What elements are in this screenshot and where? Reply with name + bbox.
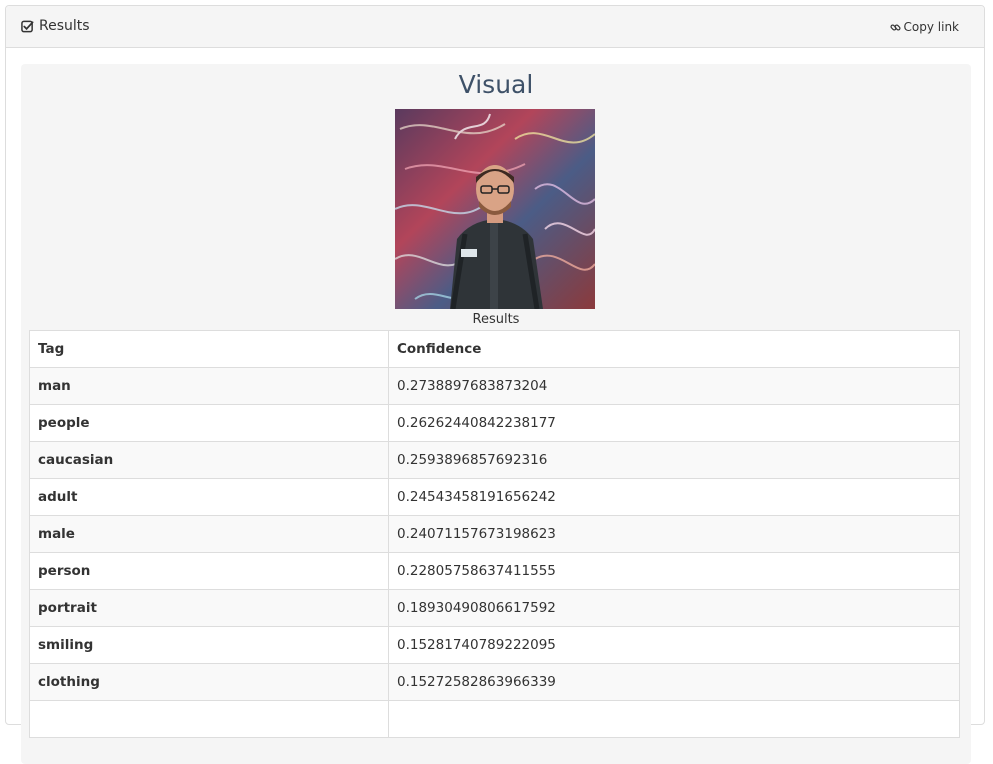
copy-link-button[interactable]: Copy link <box>889 20 959 34</box>
table-row: caucasian 0.2593896857692316 <box>29 441 960 479</box>
tag-cell: adult <box>29 478 389 516</box>
table-header-row: Tag Confidence <box>29 330 960 368</box>
tag-cell: caucasian <box>29 441 389 479</box>
confidence-cell: 0.24543458191656242 <box>388 478 960 516</box>
table-caption: Results <box>472 312 520 327</box>
results-table: Tag Confidence man 0.2738897683873204 pe… <box>29 330 960 738</box>
table-row: person 0.22805758637411555 <box>29 552 960 590</box>
visual-title: Visual <box>458 70 534 99</box>
confidence-cell: 0.2738897683873204 <box>388 367 960 405</box>
column-header-tag: Tag <box>29 330 389 368</box>
copy-link-label: Copy link <box>903 20 959 34</box>
confidence-cell: 0.18930490806617592 <box>388 589 960 627</box>
visual-section: Visual Results Tag Confidence man 0.2738… <box>21 64 971 764</box>
tag-cell: person <box>29 552 389 590</box>
panel-heading: Results Copy link <box>6 6 984 48</box>
tag-cell <box>29 700 389 738</box>
tag-cell: smiling <box>29 626 389 664</box>
panel-title: Results <box>21 18 90 34</box>
confidence-cell: 0.15281740789222095 <box>388 626 960 664</box>
confidence-cell <box>388 700 960 738</box>
table-row: portrait 0.18930490806617592 <box>29 589 960 627</box>
confidence-cell: 0.2593896857692316 <box>388 441 960 479</box>
confidence-cell: 0.22805758637411555 <box>388 552 960 590</box>
tag-cell: man <box>29 367 389 405</box>
tag-cell: male <box>29 515 389 553</box>
table-row: clothing 0.15272582863966339 <box>29 663 960 701</box>
confidence-cell: 0.2407115767319862​3 <box>388 515 960 553</box>
table-row: smiling 0.15281740789222095 <box>29 626 960 664</box>
table-row: people 0.26262440842238177 <box>29 404 960 442</box>
tag-cell: portrait <box>29 589 389 627</box>
check-square-icon <box>21 20 34 32</box>
link-icon <box>889 23 901 31</box>
tag-cell: people <box>29 404 389 442</box>
tag-cell: clothing <box>29 663 389 701</box>
table-row: male 0.2407115767319862​3 <box>29 515 960 553</box>
confidence-cell: 0.26262440842238177 <box>388 404 960 442</box>
table-row: adult 0.24543458191656242 <box>29 478 960 516</box>
panel-title-text: Results <box>39 18 90 34</box>
result-photo <box>395 109 595 309</box>
table-row: man 0.2738897683873204 <box>29 367 960 405</box>
results-panel: Results Copy link Visual Results Tag Con… <box>5 5 985 764</box>
table-row <box>29 700 960 738</box>
column-header-confidence: Confidence <box>388 330 960 368</box>
confidence-cell: 0.15272582863966339 <box>388 663 960 701</box>
